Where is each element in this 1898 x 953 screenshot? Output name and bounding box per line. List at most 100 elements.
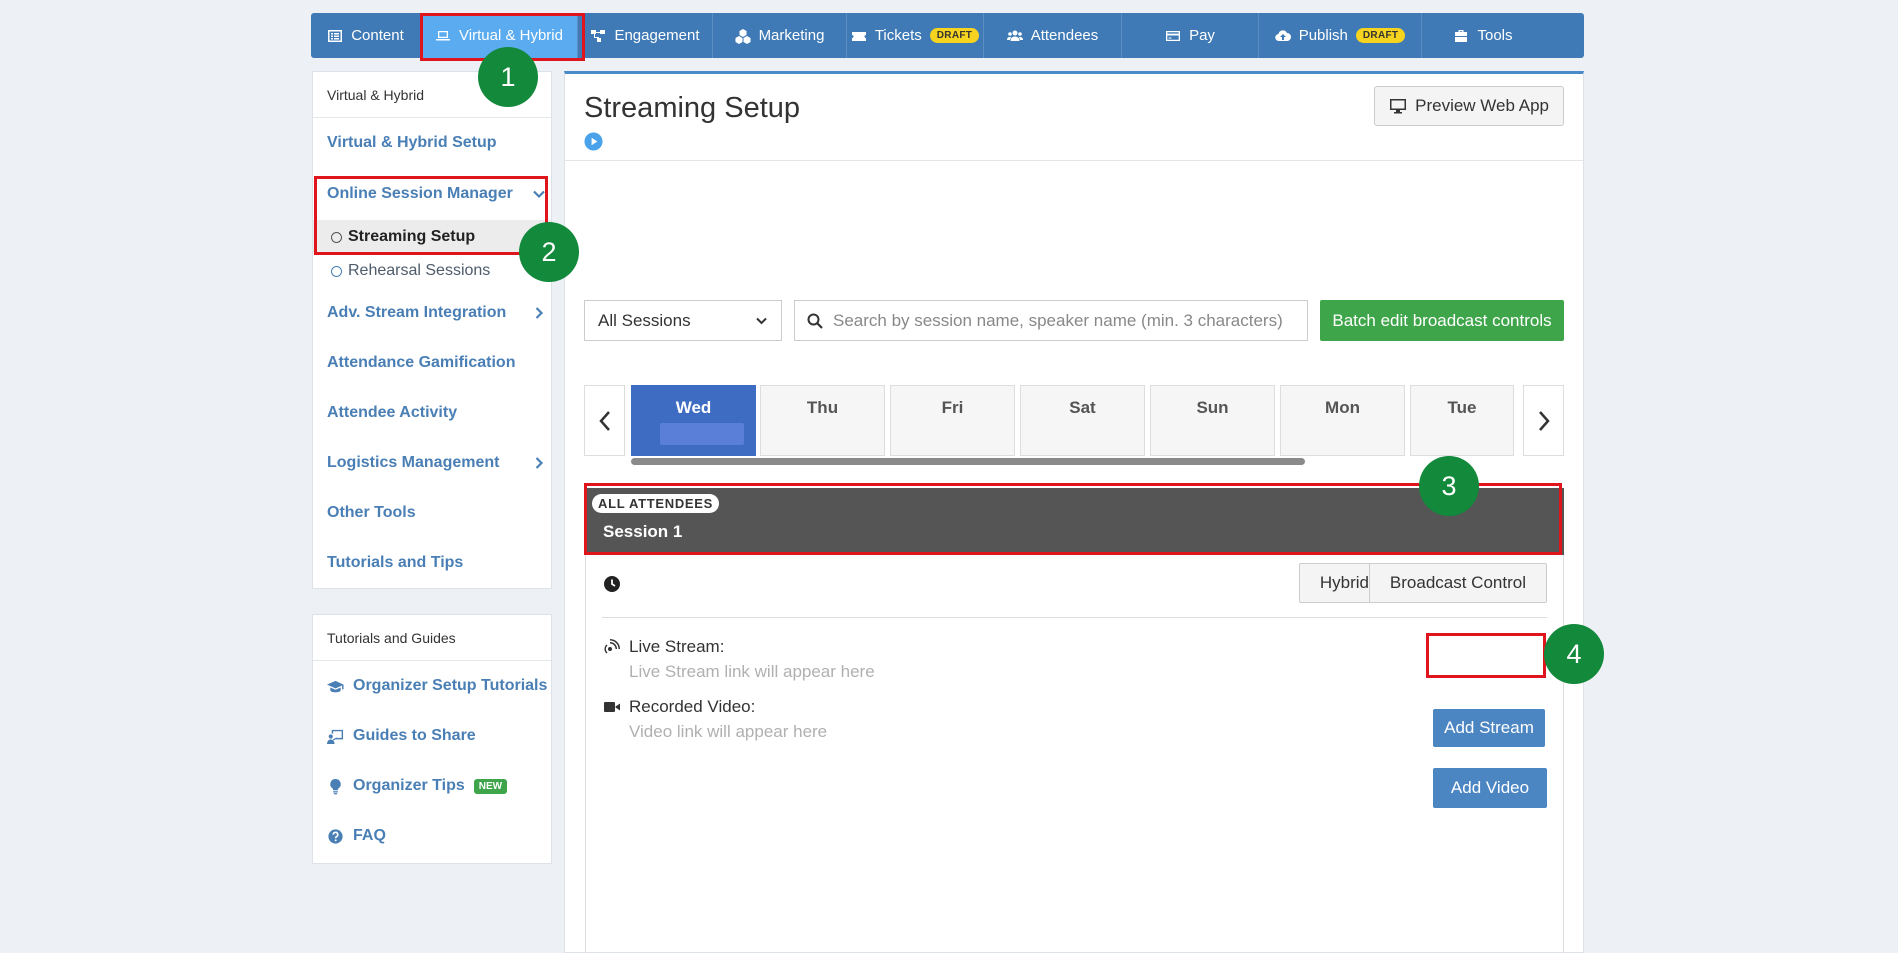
draft-badge: DRAFT (929, 28, 980, 43)
sidebar-subitem-rehearsal-sessions[interactable]: Rehearsal Sessions (313, 254, 551, 288)
cloud-upload-icon (1274, 29, 1291, 41)
preview-web-app-button[interactable]: Preview Web App (1374, 86, 1564, 126)
divider (565, 160, 1583, 161)
session-filter-select[interactable]: All Sessions (584, 300, 782, 341)
batch-edit-broadcast-button[interactable]: Batch edit broadcast controls (1320, 300, 1564, 341)
sidebar-item-attendance-gamification[interactable]: Attendance Gamification (313, 338, 551, 388)
cubes-icon (735, 28, 751, 44)
day-scrollbar[interactable] (631, 458, 1305, 465)
tab-marketing[interactable]: Marketing (713, 13, 847, 58)
session-header[interactable]: ALL ATTENDEES Session 1 (585, 488, 1564, 555)
day-tab-fri[interactable]: Fri (890, 385, 1015, 456)
day-tab-mon[interactable]: Mon (1280, 385, 1405, 456)
tab-label: Tools (1477, 27, 1513, 44)
divider (602, 617, 1547, 618)
broadcast-control-button[interactable]: Broadcast Control (1368, 563, 1547, 603)
live-stream-hint: Live Stream link will appear here (629, 662, 875, 681)
day-next-button[interactable] (1523, 385, 1564, 456)
laptop-icon (436, 30, 451, 40)
main-panel: Streaming Setup Preview Web App All Sess… (564, 71, 1584, 953)
tab-label: Marketing (758, 27, 825, 44)
sidebar-item-tutorials-tips[interactable]: Tutorials and Tips (313, 538, 551, 588)
day-tab-thu[interactable]: Thu (760, 385, 885, 456)
sidebar-item-label: Logistics Management (327, 454, 500, 471)
content-icon (328, 29, 343, 42)
guide-faq[interactable]: FAQ (313, 811, 551, 861)
session-name: Session 1 (603, 522, 683, 541)
tab-content[interactable]: Content (311, 13, 421, 58)
add-video-button[interactable]: Add Video (1433, 768, 1547, 808)
tab-attendees[interactable]: Attendees (984, 13, 1122, 58)
guide-label: Organizer Setup Tutorials (353, 677, 548, 694)
ticket-icon (851, 31, 866, 41)
new-badge: NEW (473, 778, 508, 794)
tab-label: Attendees (1030, 27, 1099, 44)
day-tab-wed[interactable]: Wed (631, 385, 756, 456)
sidebar-item-other-tools[interactable]: Other Tools (313, 488, 551, 538)
session-card: Hybrid Broadcast Control Live Stream: Li… (585, 555, 1564, 953)
users-icon (1006, 30, 1023, 41)
search-icon (807, 313, 823, 329)
tab-tickets[interactable]: Tickets DRAFT (847, 13, 984, 58)
tab-publish[interactable]: Publish DRAFT (1259, 13, 1422, 58)
draft-badge: DRAFT (1355, 28, 1406, 43)
sidebar-item-attendee-activity[interactable]: Attendee Activity (313, 388, 551, 438)
chevron-left-icon (598, 410, 610, 431)
sidebar-item-label: Attendance Gamification (327, 354, 516, 371)
step-marker-3: 3 (1419, 456, 1479, 516)
sidebar-subitem-streaming-setup[interactable]: Streaming Setup (313, 220, 551, 254)
day-tab-tue[interactable]: Tue (1410, 385, 1514, 456)
step-marker-1: 1 (478, 47, 538, 107)
sidebar: Virtual & Hybrid Virtual & Hybrid Setup … (312, 71, 552, 589)
guide-organizer-tips[interactable]: Organizer Tips NEW (313, 761, 551, 811)
tab-tools[interactable]: Tools (1422, 13, 1544, 58)
guide-label: Organizer Tips (353, 777, 465, 794)
guide-label: Guides to Share (353, 727, 476, 744)
guides-heading: Tutorials and Guides (313, 615, 551, 661)
live-stream-label: Live Stream: (629, 637, 725, 656)
tab-label: Virtual & Hybrid (459, 27, 563, 44)
tab-pay[interactable]: Pay (1122, 13, 1259, 58)
circle-icon (331, 265, 342, 277)
sidebar-item-label: Streaming Setup (348, 228, 476, 245)
step-marker-2: 2 (519, 222, 579, 282)
day-tab-sun[interactable]: Sun (1150, 385, 1275, 456)
play-circle-icon[interactable] (584, 132, 603, 151)
credit-card-icon (1166, 30, 1181, 41)
question-circle-icon (328, 828, 343, 844)
add-stream-button[interactable]: Add Stream (1433, 709, 1545, 747)
sidebar-item-label: Tutorials and Tips (327, 554, 464, 571)
recorded-video-row: Recorded Video: Video link will appear h… (603, 697, 827, 742)
sidebar-item-label: Other Tools (327, 504, 416, 521)
chevron-down-icon (533, 190, 545, 199)
tab-label: Content (351, 27, 404, 44)
tab-engagement[interactable]: Engagement (578, 13, 713, 58)
tab-label: Tickets (874, 27, 922, 44)
recorded-video-hint: Video link will appear here (629, 722, 828, 741)
sidebar-item-adv-stream-integration[interactable]: Adv. Stream Integration (313, 288, 551, 338)
search-input[interactable] (833, 310, 1293, 331)
guide-organizer-setup-tutorials[interactable]: Organizer Setup Tutorials (313, 661, 551, 711)
sidebar-item-label: Virtual & Hybrid Setup (327, 134, 497, 151)
sidebar-item-online-session-manager[interactable]: Online Session Manager (313, 168, 551, 220)
sidebar-item-logistics-management[interactable]: Logistics Management (313, 438, 551, 488)
monitor-icon (1390, 99, 1407, 114)
sidebar-item-virtual-hybrid-setup[interactable]: Virtual & Hybrid Setup (313, 118, 551, 168)
sidebar-item-label: Adv. Stream Integration (327, 304, 507, 321)
day-tab-sat[interactable]: Sat (1020, 385, 1145, 456)
preview-label: Preview Web App (1415, 96, 1549, 115)
step-marker-4: 4 (1544, 624, 1604, 684)
network-icon (591, 29, 606, 42)
live-stream-row: Live Stream: Live Stream link will appea… (603, 637, 875, 682)
chevron-down-icon (756, 317, 767, 325)
audience-badge: ALL ATTENDEES (592, 494, 720, 513)
sidebar-item-label: Online Session Manager (327, 185, 513, 202)
toolbox-icon (1455, 29, 1468, 42)
recorded-video-label: Recorded Video: (629, 697, 756, 716)
session-filter-value: All Sessions (598, 310, 691, 330)
day-prev-button[interactable] (584, 385, 625, 456)
guide-guides-to-share[interactable]: Guides to Share (313, 711, 551, 761)
sidebar-item-label: Attendee Activity (327, 404, 458, 421)
chevron-right-icon (535, 457, 544, 469)
page-title: Streaming Setup (584, 92, 801, 124)
